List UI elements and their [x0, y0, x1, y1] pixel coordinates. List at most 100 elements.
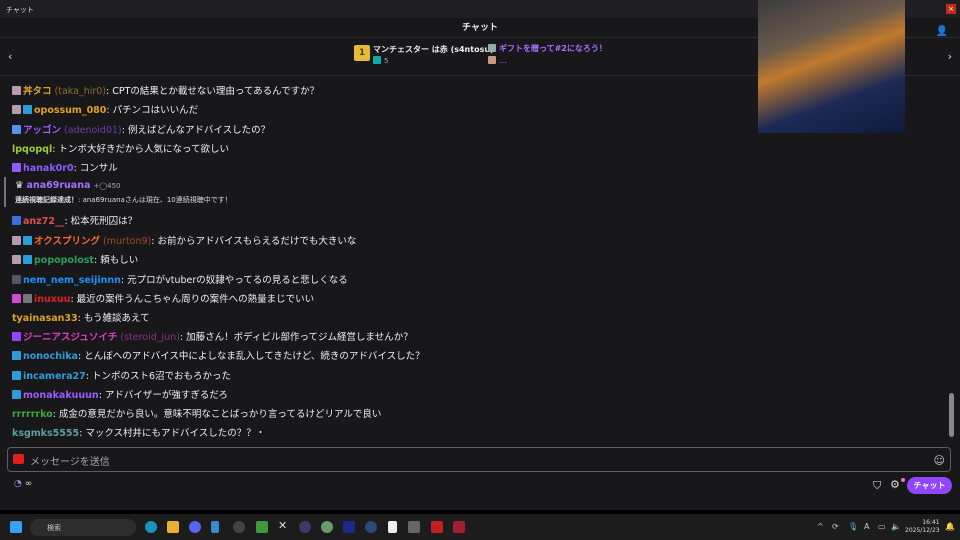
message-input[interactable]: メッセージを送信 ☺: [7, 447, 951, 472]
chat-message: nem_nem_seijinnn: 元プロがvtuberの奴隷やってるの見ると悲…: [12, 272, 348, 286]
chat-username[interactable]: popopolost: [34, 255, 94, 266]
chat-message: オクスプリング (murton9): お前からアドバイスもらえるだけでも大きいな: [12, 233, 356, 247]
scrollbar[interactable]: [949, 393, 954, 437]
x-app-icon[interactable]: ✕: [278, 519, 290, 532]
chat-message: opossum_080: パチンコはいいんだ: [12, 102, 198, 116]
youtube-icon: [13, 454, 24, 464]
volume-icon[interactable]: 🔈: [891, 522, 901, 531]
folder-icon[interactable]: [167, 521, 179, 533]
clock[interactable]: 16:41 2025/12/23: [905, 519, 940, 535]
chat-username[interactable]: tyainasan33: [12, 313, 78, 324]
chat-message: lpqopql: トンボ大好きだから人気になって欲しい: [12, 141, 229, 155]
hype-leader: マンチェスター は赤 (s4ntosu): [373, 45, 494, 54]
ime-icon[interactable]: A: [864, 522, 869, 531]
chat-text: : アドバイザーが強すぎるだろ: [98, 390, 228, 401]
badge-icon: [23, 255, 32, 264]
badge-icon: [23, 294, 32, 303]
chat-message: incamera27: トンボのスト6沼でおもろかった: [12, 368, 231, 382]
badge-icon: [12, 105, 21, 114]
chat-text: : 例えばどんなアドバイスしたの？: [121, 125, 271, 136]
badge-icon: [23, 236, 32, 245]
chat-username[interactable]: nonochika: [23, 351, 78, 362]
chat-username[interactable]: monakakuuun: [23, 390, 99, 401]
chat-message: anz72__: 松本死刑囚は？: [12, 213, 137, 227]
app-icon[interactable]: [431, 521, 443, 533]
notepad-icon[interactable]: [211, 521, 219, 533]
chat-username[interactable]: オクスプリング: [34, 236, 100, 247]
chat-text: : 加藤さん！ボディビル部作ってジム経営しませんか？: [179, 332, 413, 343]
date: 2025/12/23: [905, 527, 940, 534]
chat-message: ジーニアスジュソイチ (steroid_jun): 加藤さん！ボディビル部作って…: [12, 329, 413, 343]
resub-user[interactable]: ana69ruana: [27, 180, 91, 191]
chat-text: : パチンコはいいんだ: [106, 105, 199, 116]
search-label: 検索: [47, 524, 61, 532]
chat-message: rrrrrrko: 成金の意見だから良い。意味不明なことばっかり言ってるけどリア…: [12, 406, 381, 420]
chat-username[interactable]: incamera27: [23, 371, 86, 382]
notification-bell-icon[interactable]: 🔔: [945, 522, 955, 531]
minecraft-icon[interactable]: [256, 521, 268, 533]
discord-icon[interactable]: [189, 521, 201, 533]
chat-text: : お前からアドバイスもらえるだけでも大きいな: [151, 236, 357, 247]
chat-text: : 元プロがvtuberの奴隷やってるの見ると悲しくなる: [120, 275, 348, 286]
chat-message: nonochika: とんぼへのアドバイス中によしなま乱入してきたけど、続きのア…: [12, 348, 425, 362]
badge-icon: [12, 390, 21, 399]
badge-icon: [12, 371, 21, 380]
taskbar-search[interactable]: 検索: [30, 519, 136, 536]
chevron-up-icon[interactable]: ^: [817, 522, 824, 531]
network-icon[interactable]: ▭: [878, 522, 886, 531]
app-icon[interactable]: [453, 521, 465, 533]
chat-send-button[interactable]: チャット: [907, 477, 952, 494]
badge-icon: [12, 255, 21, 264]
chat-login: (murton9): [103, 236, 152, 247]
channel-points[interactable]: ◔ ∞: [14, 479, 32, 489]
chat-username[interactable]: ジーニアスジュソイチ: [23, 332, 117, 343]
chat-username[interactable]: 丼タコ: [23, 86, 52, 97]
chat-login: (taka_hir0): [54, 86, 107, 97]
chat-message: popopolost: 頼もしい: [12, 252, 138, 266]
close-button[interactable]: ×: [946, 4, 956, 14]
chat-username[interactable]: anz72__: [23, 216, 64, 227]
crown-icon: ♛: [15, 180, 27, 191]
prev-arrow-icon[interactable]: ‹: [8, 50, 12, 63]
sync-icon[interactable]: ⟳: [832, 522, 839, 531]
next-arrow-icon[interactable]: ›: [948, 50, 952, 63]
gear-icon[interactable]: ⚙: [890, 478, 900, 491]
steam-icon[interactable]: [365, 521, 377, 533]
app-icon[interactable]: [408, 521, 420, 533]
monitor-icon[interactable]: [343, 521, 355, 533]
badge-icon: [12, 275, 21, 284]
chat-username[interactable]: アッゴン: [23, 125, 61, 136]
chat-username[interactable]: hanak0r0: [23, 163, 74, 174]
file-icon[interactable]: [388, 521, 397, 533]
emoji-icon[interactable]: ☺: [934, 454, 945, 467]
notification-dot: [901, 478, 905, 482]
chat-text: : 松本死刑囚は？: [64, 216, 138, 227]
shield-icon[interactable]: ⛉: [873, 479, 881, 493]
chat-username[interactable]: opossum_080: [34, 105, 106, 116]
app-icon[interactable]: [299, 521, 311, 533]
points-icon: ◔: [14, 479, 25, 489]
gift-rank-icon: 1: [354, 45, 370, 61]
chat-message: 丼タコ (taka_hir0): CPTの結果とか載せない理由ってあるんですか？: [12, 83, 319, 97]
message-placeholder: メッセージを送信: [30, 457, 110, 468]
obs-icon[interactable]: [233, 521, 245, 533]
time: 16:41: [922, 519, 940, 526]
edge-icon[interactable]: [145, 521, 157, 533]
chat-username[interactable]: lpqopql: [12, 144, 52, 155]
badge-icon: [12, 236, 21, 245]
gift-cta[interactable]: ギフトを贈って#2になろう！: [488, 43, 607, 54]
chat-text: : マックス村井にもアドバイスしたの？？・: [79, 428, 266, 439]
chat-username[interactable]: inuxuu: [34, 294, 70, 305]
mic-icon[interactable]: 🎙: [848, 522, 858, 531]
windows-start-icon[interactable]: [10, 521, 22, 533]
badge-icon: [12, 332, 21, 341]
chat-text: : コンサル: [73, 163, 118, 174]
app-icon[interactable]: [321, 521, 333, 533]
chat-username[interactable]: rrrrrrko: [12, 409, 53, 420]
badge-icon: [12, 294, 21, 303]
chat-text: : 成金の意見だから良い。意味不明なことばっかり言ってるけどリアルで良い: [52, 409, 382, 420]
chat-message: inuxuu: 最近の案件うんこちゃん周りの案件への熱量まじでいい: [12, 291, 314, 305]
chat-window: チャット × チャット 👤 ‹ 1 マンチェスター は赤 (s4ntosu) 5…: [0, 0, 960, 510]
chat-username[interactable]: ksgmks5555: [12, 428, 79, 439]
chat-username[interactable]: nem_nem_seijinnn: [23, 275, 121, 286]
